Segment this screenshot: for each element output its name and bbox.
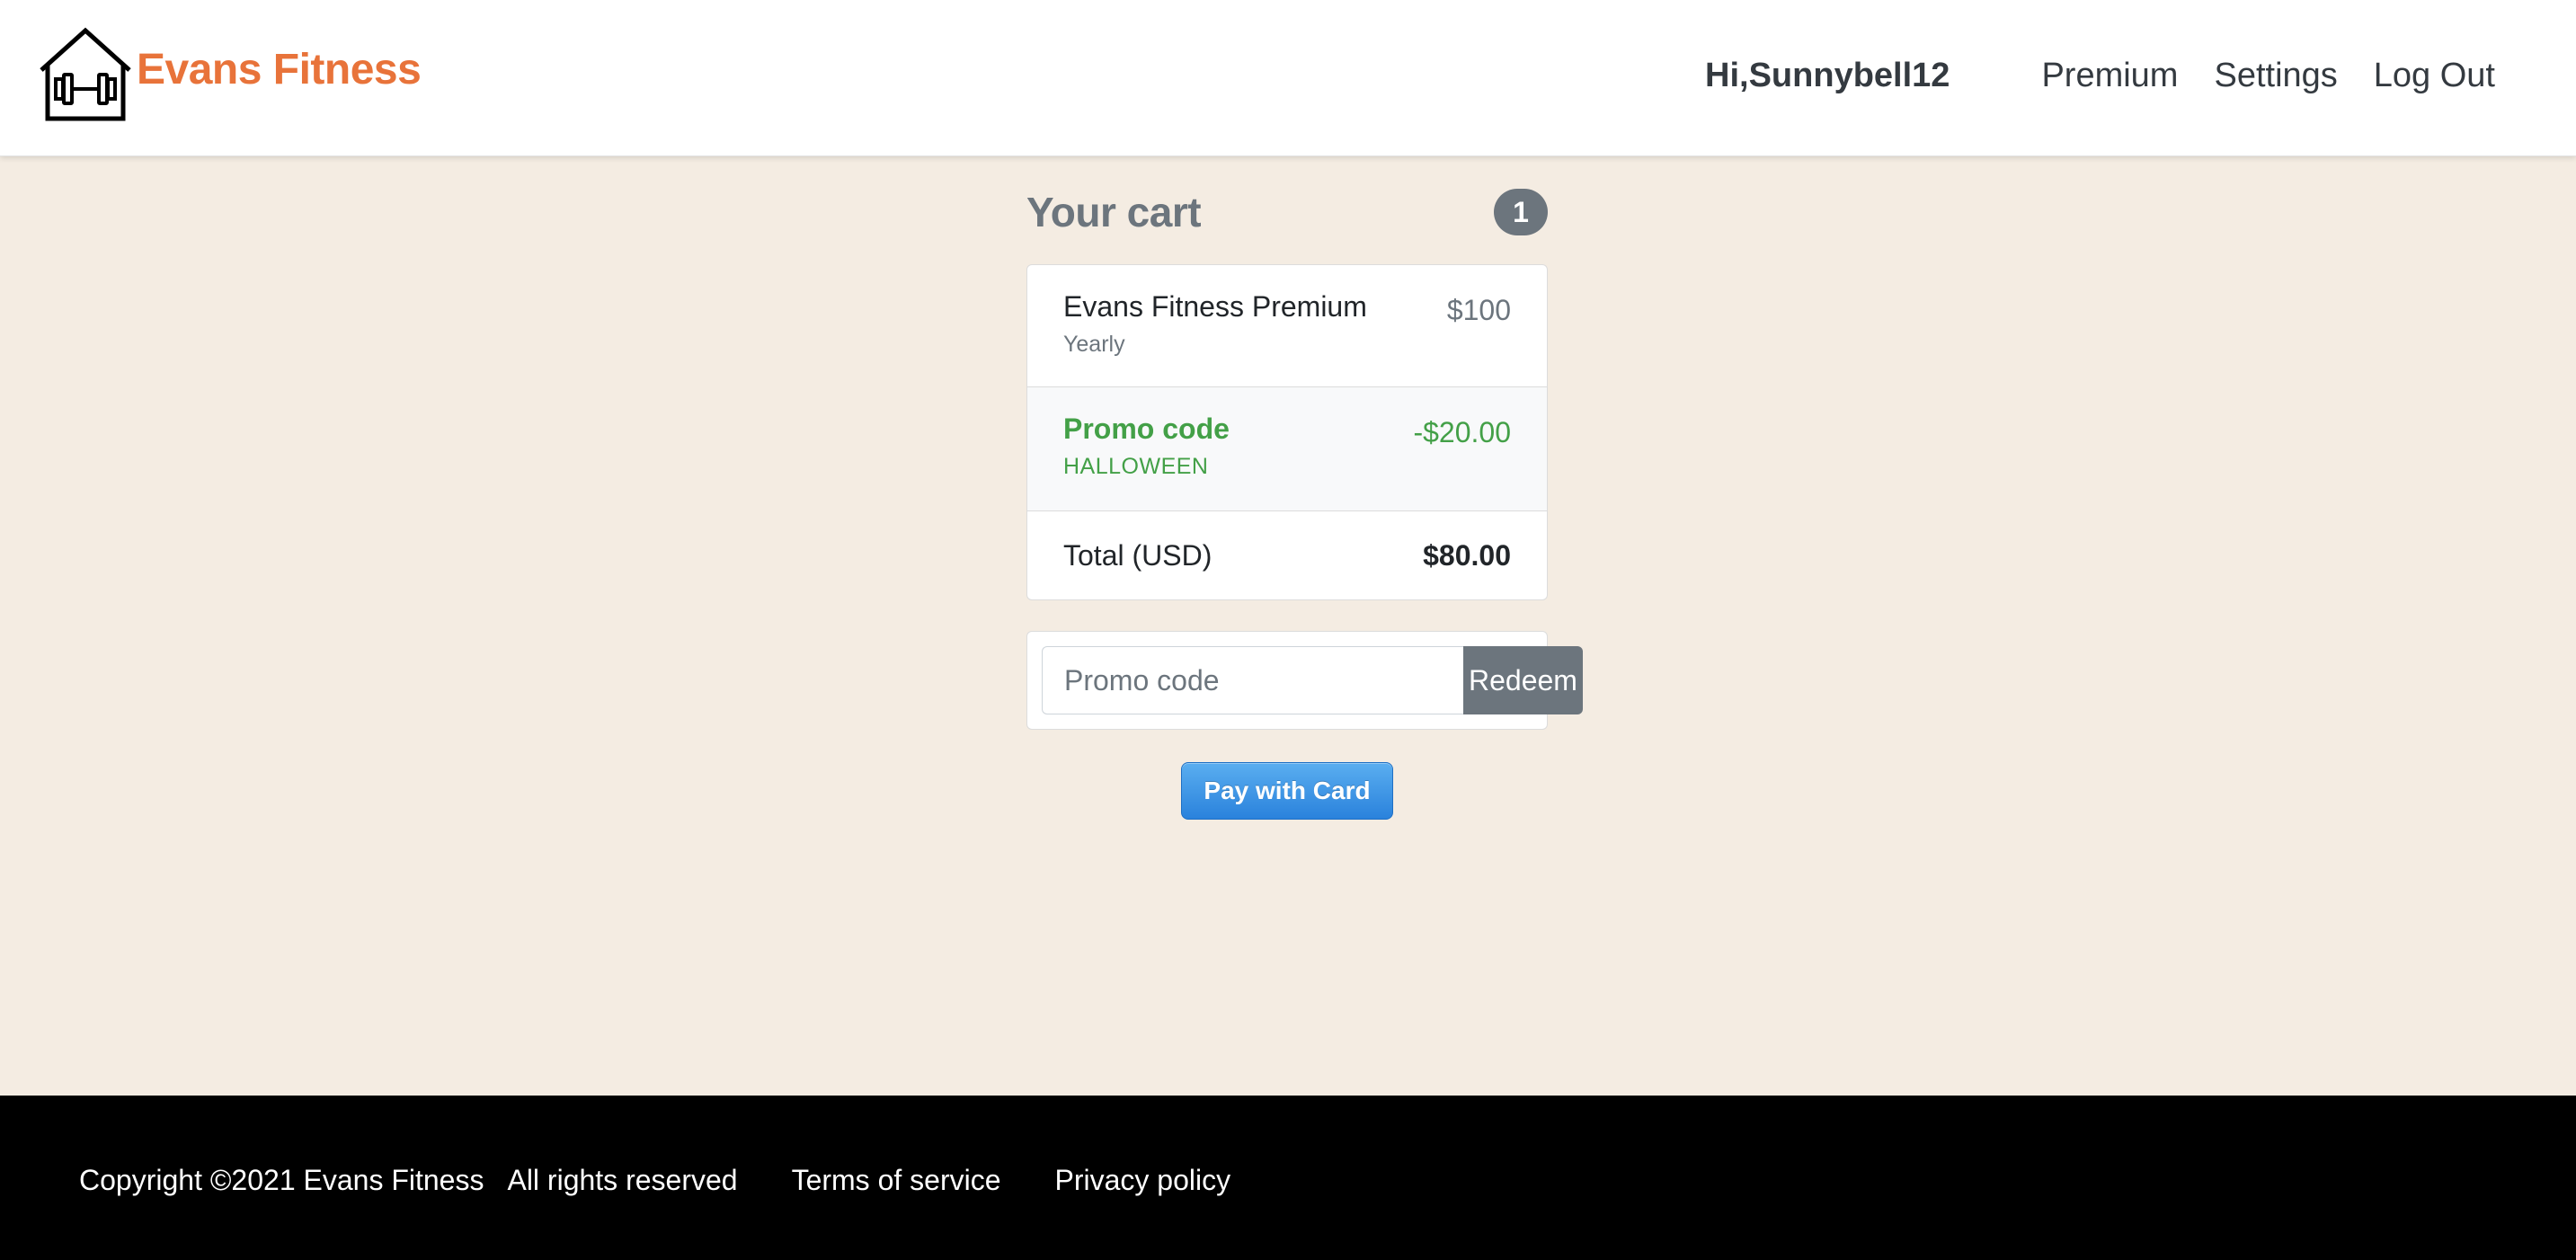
cart-section: Your cart 1 Evans Fitness Premium Yearly…: [1026, 176, 1583, 730]
user-greeting: Hi,Sunnybell12: [1705, 57, 1950, 94]
cart-item-name: Evans Fitness Premium: [1063, 290, 1367, 323]
cart-promo-amount: -$20.00: [1413, 416, 1511, 448]
cart-total-row: Total (USD) $80.00: [1027, 511, 1547, 599]
cart-item-row: Evans Fitness Premium Yearly $100: [1027, 265, 1547, 387]
cart-count-badge: 1: [1494, 189, 1548, 235]
nav-premium-link[interactable]: Premium: [2041, 54, 2178, 97]
cart-total-label: Total (USD): [1063, 538, 1212, 572]
cart-promo-code: HALLOWEEN: [1063, 454, 1209, 479]
cart-promo-label: Promo code: [1063, 413, 1230, 445]
cart-list: Evans Fitness Premium Yearly $100 Promo …: [1026, 264, 1548, 600]
nav-settings-link[interactable]: Settings: [2214, 54, 2337, 97]
footer-content: Copyright ©2021 Evans Fitness All rights…: [79, 1162, 1284, 1198]
brand-name: Evans Fitness: [137, 46, 422, 93]
brand-home-link[interactable]: Evans Fitness: [36, 25, 422, 124]
promo-code-input[interactable]: [1042, 646, 1463, 714]
footer-rights: All rights reserved: [507, 1164, 738, 1196]
nav-links: Hi,Sunnybell12 Premium Settings Log Out: [1705, 54, 2495, 97]
promo-code-form: Redeem: [1026, 631, 1583, 730]
cart-title: Your cart: [1026, 189, 1202, 235]
cart-promo-info: Promo code HALLOWEEN: [1063, 411, 1230, 487]
footer-copyright: Copyright ©2021 Evans Fitness: [79, 1164, 484, 1196]
cart-item-info: Evans Fitness Premium Yearly: [1063, 288, 1367, 363]
footer-privacy-link[interactable]: Privacy policy: [1055, 1162, 1231, 1198]
cart-item-price: $100: [1446, 294, 1511, 326]
cart-promo-row: Promo code HALLOWEEN -$20.00: [1027, 387, 1547, 511]
footer-terms-link[interactable]: Terms of service: [792, 1162, 1001, 1198]
cart-item-period: Yearly: [1063, 332, 1125, 357]
navbar: Evans Fitness Hi,Sunnybell12 Premium Set…: [0, 0, 2576, 156]
footer: Copyright ©2021 Evans Fitness All rights…: [0, 1096, 2576, 1260]
cart-total-value: $80.00: [1423, 538, 1511, 572]
cart-header: Your cart 1: [1026, 176, 1548, 248]
pay-with-card-button[interactable]: Pay with Card: [1181, 762, 1393, 820]
redeem-button[interactable]: Redeem: [1463, 646, 1583, 714]
house-dumbbell-icon: [40, 27, 131, 121]
nav-logout-link[interactable]: Log Out: [2374, 54, 2495, 97]
